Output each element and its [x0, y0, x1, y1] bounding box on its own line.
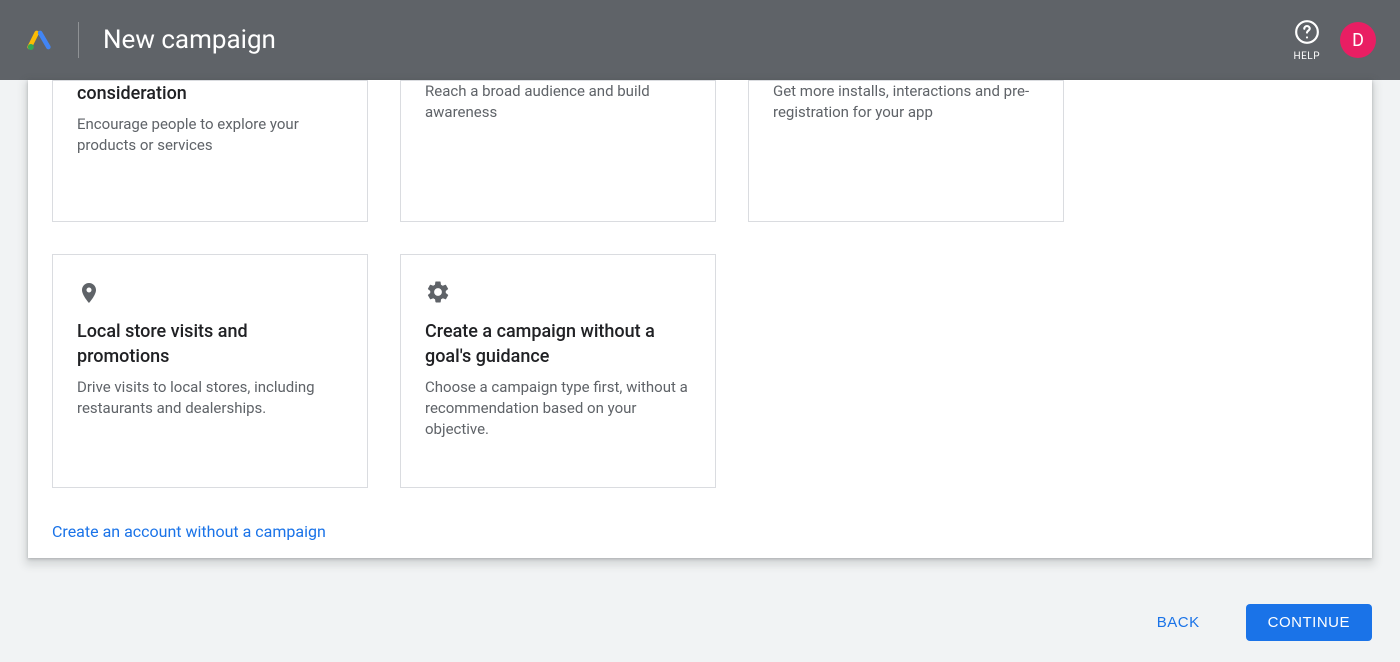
objective-card-local-store[interactable]: Local store visits and promotions Drive … — [52, 254, 368, 488]
objective-card-awareness[interactable]: Reach a broad audience and build awarene… — [400, 80, 716, 222]
help-icon — [1294, 19, 1320, 49]
gear-icon — [425, 279, 691, 307]
link-row: Create an account without a campaign — [52, 522, 1348, 541]
card-desc: Reach a broad audience and build awarene… — [425, 81, 691, 123]
card-row-1: consideration Encourage people to explor… — [52, 80, 1348, 222]
objective-card-consideration[interactable]: consideration Encourage people to explor… — [52, 80, 368, 222]
content-panel: consideration Encourage people to explor… — [28, 80, 1372, 558]
objective-card-no-goal[interactable]: Create a campaign without a goal's guida… — [400, 254, 716, 488]
app-header: New campaign HELP D — [0, 0, 1400, 80]
objective-card-app[interactable]: Get more installs, interactions and pre-… — [748, 80, 1064, 222]
card-desc: Choose a campaign type first, without a … — [425, 377, 691, 440]
card-desc: Get more installs, interactions and pre-… — [773, 81, 1039, 123]
pin-icon — [77, 279, 343, 307]
help-button[interactable]: HELP — [1293, 19, 1320, 62]
page-title: New campaign — [103, 25, 276, 55]
card-title: Create a campaign without a goal's guida… — [425, 319, 691, 369]
footer-actions: BACK CONTINUE — [0, 582, 1400, 662]
create-account-without-campaign-link[interactable]: Create an account without a campaign — [52, 522, 326, 541]
avatar-initial: D — [1352, 30, 1364, 51]
back-button[interactable]: BACK — [1135, 604, 1222, 641]
continue-button[interactable]: CONTINUE — [1246, 604, 1372, 641]
avatar[interactable]: D — [1340, 22, 1376, 58]
card-title: consideration — [77, 81, 343, 106]
card-title: Local store visits and promotions — [77, 319, 343, 369]
google-ads-logo-icon — [24, 25, 54, 55]
card-desc: Drive visits to local stores, including … — [77, 377, 343, 419]
card-row-2: Local store visits and promotions Drive … — [52, 254, 1348, 488]
card-desc: Encourage people to explore your product… — [77, 114, 343, 156]
header-divider — [78, 22, 79, 58]
help-label: HELP — [1293, 51, 1320, 62]
